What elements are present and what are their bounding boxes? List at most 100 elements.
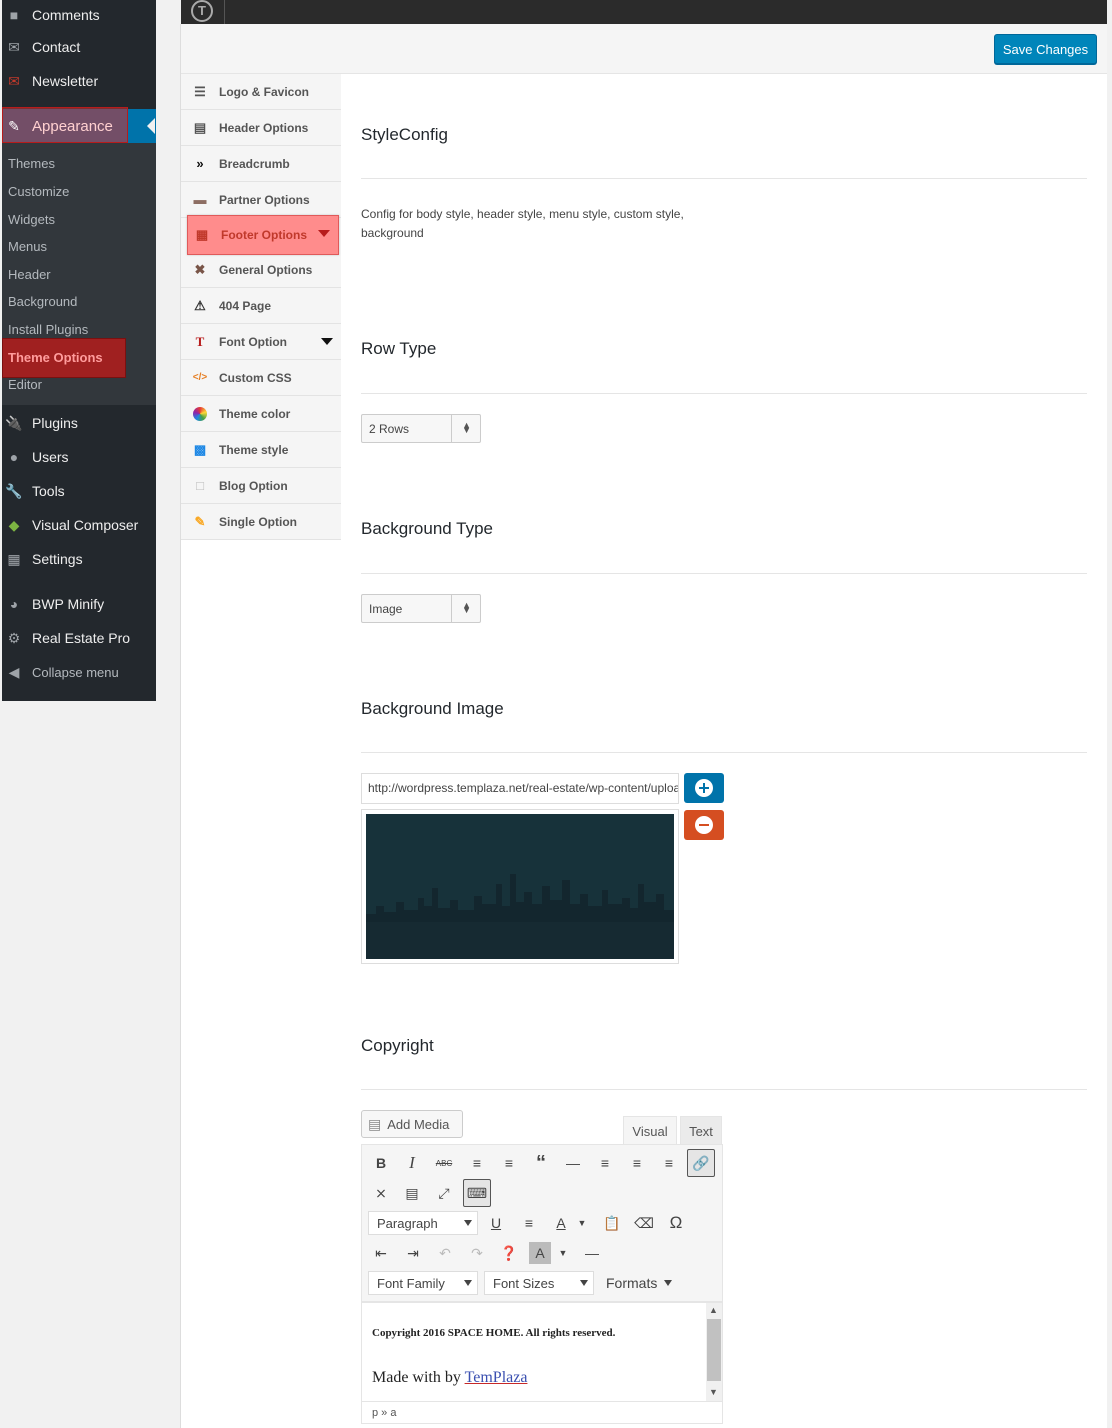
sidebar-item-comments[interactable]: ■ Comments: [2, 0, 156, 30]
horizontal-rule-icon[interactable]: —: [579, 1240, 605, 1266]
tab-header-options[interactable]: ▤ Header Options: [181, 110, 341, 146]
sidebar-item-users[interactable]: ● Users: [2, 442, 156, 472]
tab-single-option[interactable]: ✎ Single Option: [181, 504, 341, 540]
underline-icon[interactable]: U: [483, 1210, 509, 1236]
comments-icon: ■: [9, 7, 19, 23]
sidebar-sub-themes[interactable]: Themes: [2, 148, 156, 178]
horizontal-line-icon[interactable]: —: [560, 1150, 586, 1176]
collapse-menu-button[interactable]: ◀ Collapse menu: [2, 657, 156, 687]
background-color-icon[interactable]: A: [529, 1242, 551, 1264]
sidebar-sub-editor[interactable]: Editor: [2, 369, 156, 399]
sidebar-item-contact[interactable]: ✉ Contact: [2, 32, 156, 62]
numbered-list-icon[interactable]: ≡: [496, 1150, 522, 1176]
font-family-select[interactable]: Font Family: [368, 1271, 478, 1295]
made-with-line: Made with by TemPlaza: [372, 1369, 528, 1386]
editor-content-area[interactable]: [361, 1302, 723, 1402]
sidebar-item-real-estate-pro[interactable]: ⚙ Real Estate Pro: [2, 623, 156, 653]
theme-logo-icon: T: [191, 0, 213, 22]
chevron-down-icon[interactable]: ▼: [553, 1240, 573, 1266]
tab-general-options[interactable]: ✖ General Options: [181, 252, 341, 288]
theme-style-icon: ▩: [193, 441, 207, 457]
tab-theme-style[interactable]: ▩ Theme style: [181, 432, 341, 468]
tab-custom-css[interactable]: </> Custom CSS: [181, 360, 341, 396]
fullscreen-icon[interactable]: ⤢: [431, 1180, 457, 1206]
paste-text-icon[interactable]: 📋: [599, 1210, 625, 1236]
chevron-down-icon[interactable]: ▼: [572, 1210, 592, 1236]
theme-topbar: T: [181, 0, 1107, 24]
sidebar-sub-theme-options[interactable]: Theme Options: [2, 342, 156, 372]
tab-blog-option[interactable]: □ Blog Option: [181, 468, 341, 504]
mail-icon: ✉: [8, 38, 20, 55]
save-changes-button[interactable]: Save Changes: [994, 34, 1097, 64]
sidebar-item-visual-composer[interactable]: ◆ Visual Composer: [2, 510, 156, 540]
sidebar-sub-customize[interactable]: Customize: [2, 176, 156, 206]
tab-partner-options[interactable]: ▬ Partner Options: [181, 182, 341, 218]
italic-icon[interactable]: I: [399, 1150, 425, 1176]
strikethrough-icon[interactable]: ABC: [431, 1150, 457, 1176]
sidebar-item-plugins[interactable]: 🔌 Plugins: [2, 408, 156, 438]
tab-logo-favicon[interactable]: ☰ Logo & Favicon: [181, 74, 341, 110]
bold-icon[interactable]: B: [368, 1150, 394, 1176]
tab-404-page[interactable]: ⚠ 404 Page: [181, 288, 341, 324]
tab-visual[interactable]: Visual: [623, 1116, 677, 1145]
sidebar-sub-widgets[interactable]: Widgets: [2, 204, 156, 234]
remove-image-button[interactable]: [684, 810, 724, 840]
scroll-down-icon[interactable]: ▼: [709, 1387, 718, 1397]
sidebar-item-tools[interactable]: 🔧 Tools: [2, 476, 156, 506]
sidebar-item-appearance[interactable]: ✎ Appearance: [2, 111, 156, 141]
newsletter-icon: ✉: [8, 72, 20, 89]
chevron-down-icon: [580, 1280, 588, 1286]
sort-arrows-icon: ▲ ▼: [462, 600, 471, 615]
link-icon[interactable]: 🔗: [687, 1149, 715, 1177]
tab-theme-color[interactable]: Theme color: [181, 396, 341, 432]
tab-text[interactable]: Text: [680, 1116, 722, 1145]
sidebar-sub-header[interactable]: Header: [2, 259, 156, 289]
blockquote-icon[interactable]: “: [528, 1150, 554, 1176]
text-color-icon[interactable]: A: [548, 1210, 574, 1236]
clear-formatting-icon[interactable]: ⌫: [631, 1210, 657, 1236]
align-right-icon[interactable]: ≡: [656, 1150, 682, 1176]
background-type-select[interactable]: Image ▲ ▼: [361, 594, 481, 623]
section-divider: [361, 178, 1087, 179]
section-title-row-type: Row Type: [361, 339, 437, 358]
tab-font-option[interactable]: T Font Option: [181, 324, 341, 360]
background-image-url-input[interactable]: http://wordpress.templaza.net/real-estat…: [361, 773, 679, 804]
sidebar-item-bwp-minify[interactable]: ◕ BWP Minify: [2, 589, 156, 619]
font-sizes-select[interactable]: Font Sizes: [484, 1271, 594, 1295]
add-image-button[interactable]: [684, 773, 724, 803]
help-icon[interactable]: ❓: [496, 1240, 522, 1266]
menu-lines-icon: ☰: [194, 83, 206, 99]
templaza-link[interactable]: TemPlaza: [465, 1369, 528, 1386]
sidebar-item-settings[interactable]: ▦ Settings: [2, 544, 156, 574]
editor-scrollbar[interactable]: ▲ ▼: [706, 1303, 722, 1401]
redo-icon[interactable]: ↷: [464, 1240, 490, 1266]
paragraph-select[interactable]: Paragraph: [368, 1211, 478, 1235]
chevron-down-icon: [464, 1220, 472, 1226]
add-media-button[interactable]: ▤ Add Media: [361, 1110, 463, 1138]
keyboard-icon[interactable]: ⌨: [463, 1179, 491, 1207]
special-character-icon[interactable]: Ω: [663, 1210, 689, 1236]
color-wheel-icon: [192, 406, 208, 422]
tab-breadcrumb[interactable]: » Breadcrumb: [181, 146, 341, 182]
justify-icon[interactable]: ≡: [516, 1210, 542, 1236]
undo-icon[interactable]: ↶: [432, 1240, 458, 1266]
unlink-icon[interactable]: ⨯: [368, 1180, 394, 1206]
sidebar-item-newsletter[interactable]: ✉ Newsletter: [2, 66, 156, 96]
tab-footer-options[interactable]: ▦ Footer Options: [187, 215, 339, 255]
sidebar-sub-menus[interactable]: Menus: [2, 231, 156, 261]
row-type-select[interactable]: 2 Rows ▲ ▼: [361, 414, 481, 443]
bullet-list-icon[interactable]: ≡: [464, 1150, 490, 1176]
edit-page-icon: ✎: [194, 513, 206, 529]
scroll-up-icon[interactable]: ▲: [709, 1305, 718, 1315]
read-more-icon[interactable]: ▤: [399, 1180, 425, 1206]
section-divider: [361, 1089, 1087, 1090]
plus-circle-icon: [695, 779, 713, 797]
align-left-icon[interactable]: ≡: [592, 1150, 618, 1176]
outdent-icon[interactable]: ⇤: [368, 1240, 394, 1266]
indent-icon[interactable]: ⇥: [400, 1240, 426, 1266]
scrollbar-thumb[interactable]: [707, 1319, 721, 1381]
align-center-icon[interactable]: ≡: [624, 1150, 650, 1176]
sidebar-sub-background[interactable]: Background: [2, 286, 156, 316]
section-title-background-image: Background Image: [361, 699, 504, 718]
formats-menu[interactable]: Formats: [598, 1271, 678, 1295]
